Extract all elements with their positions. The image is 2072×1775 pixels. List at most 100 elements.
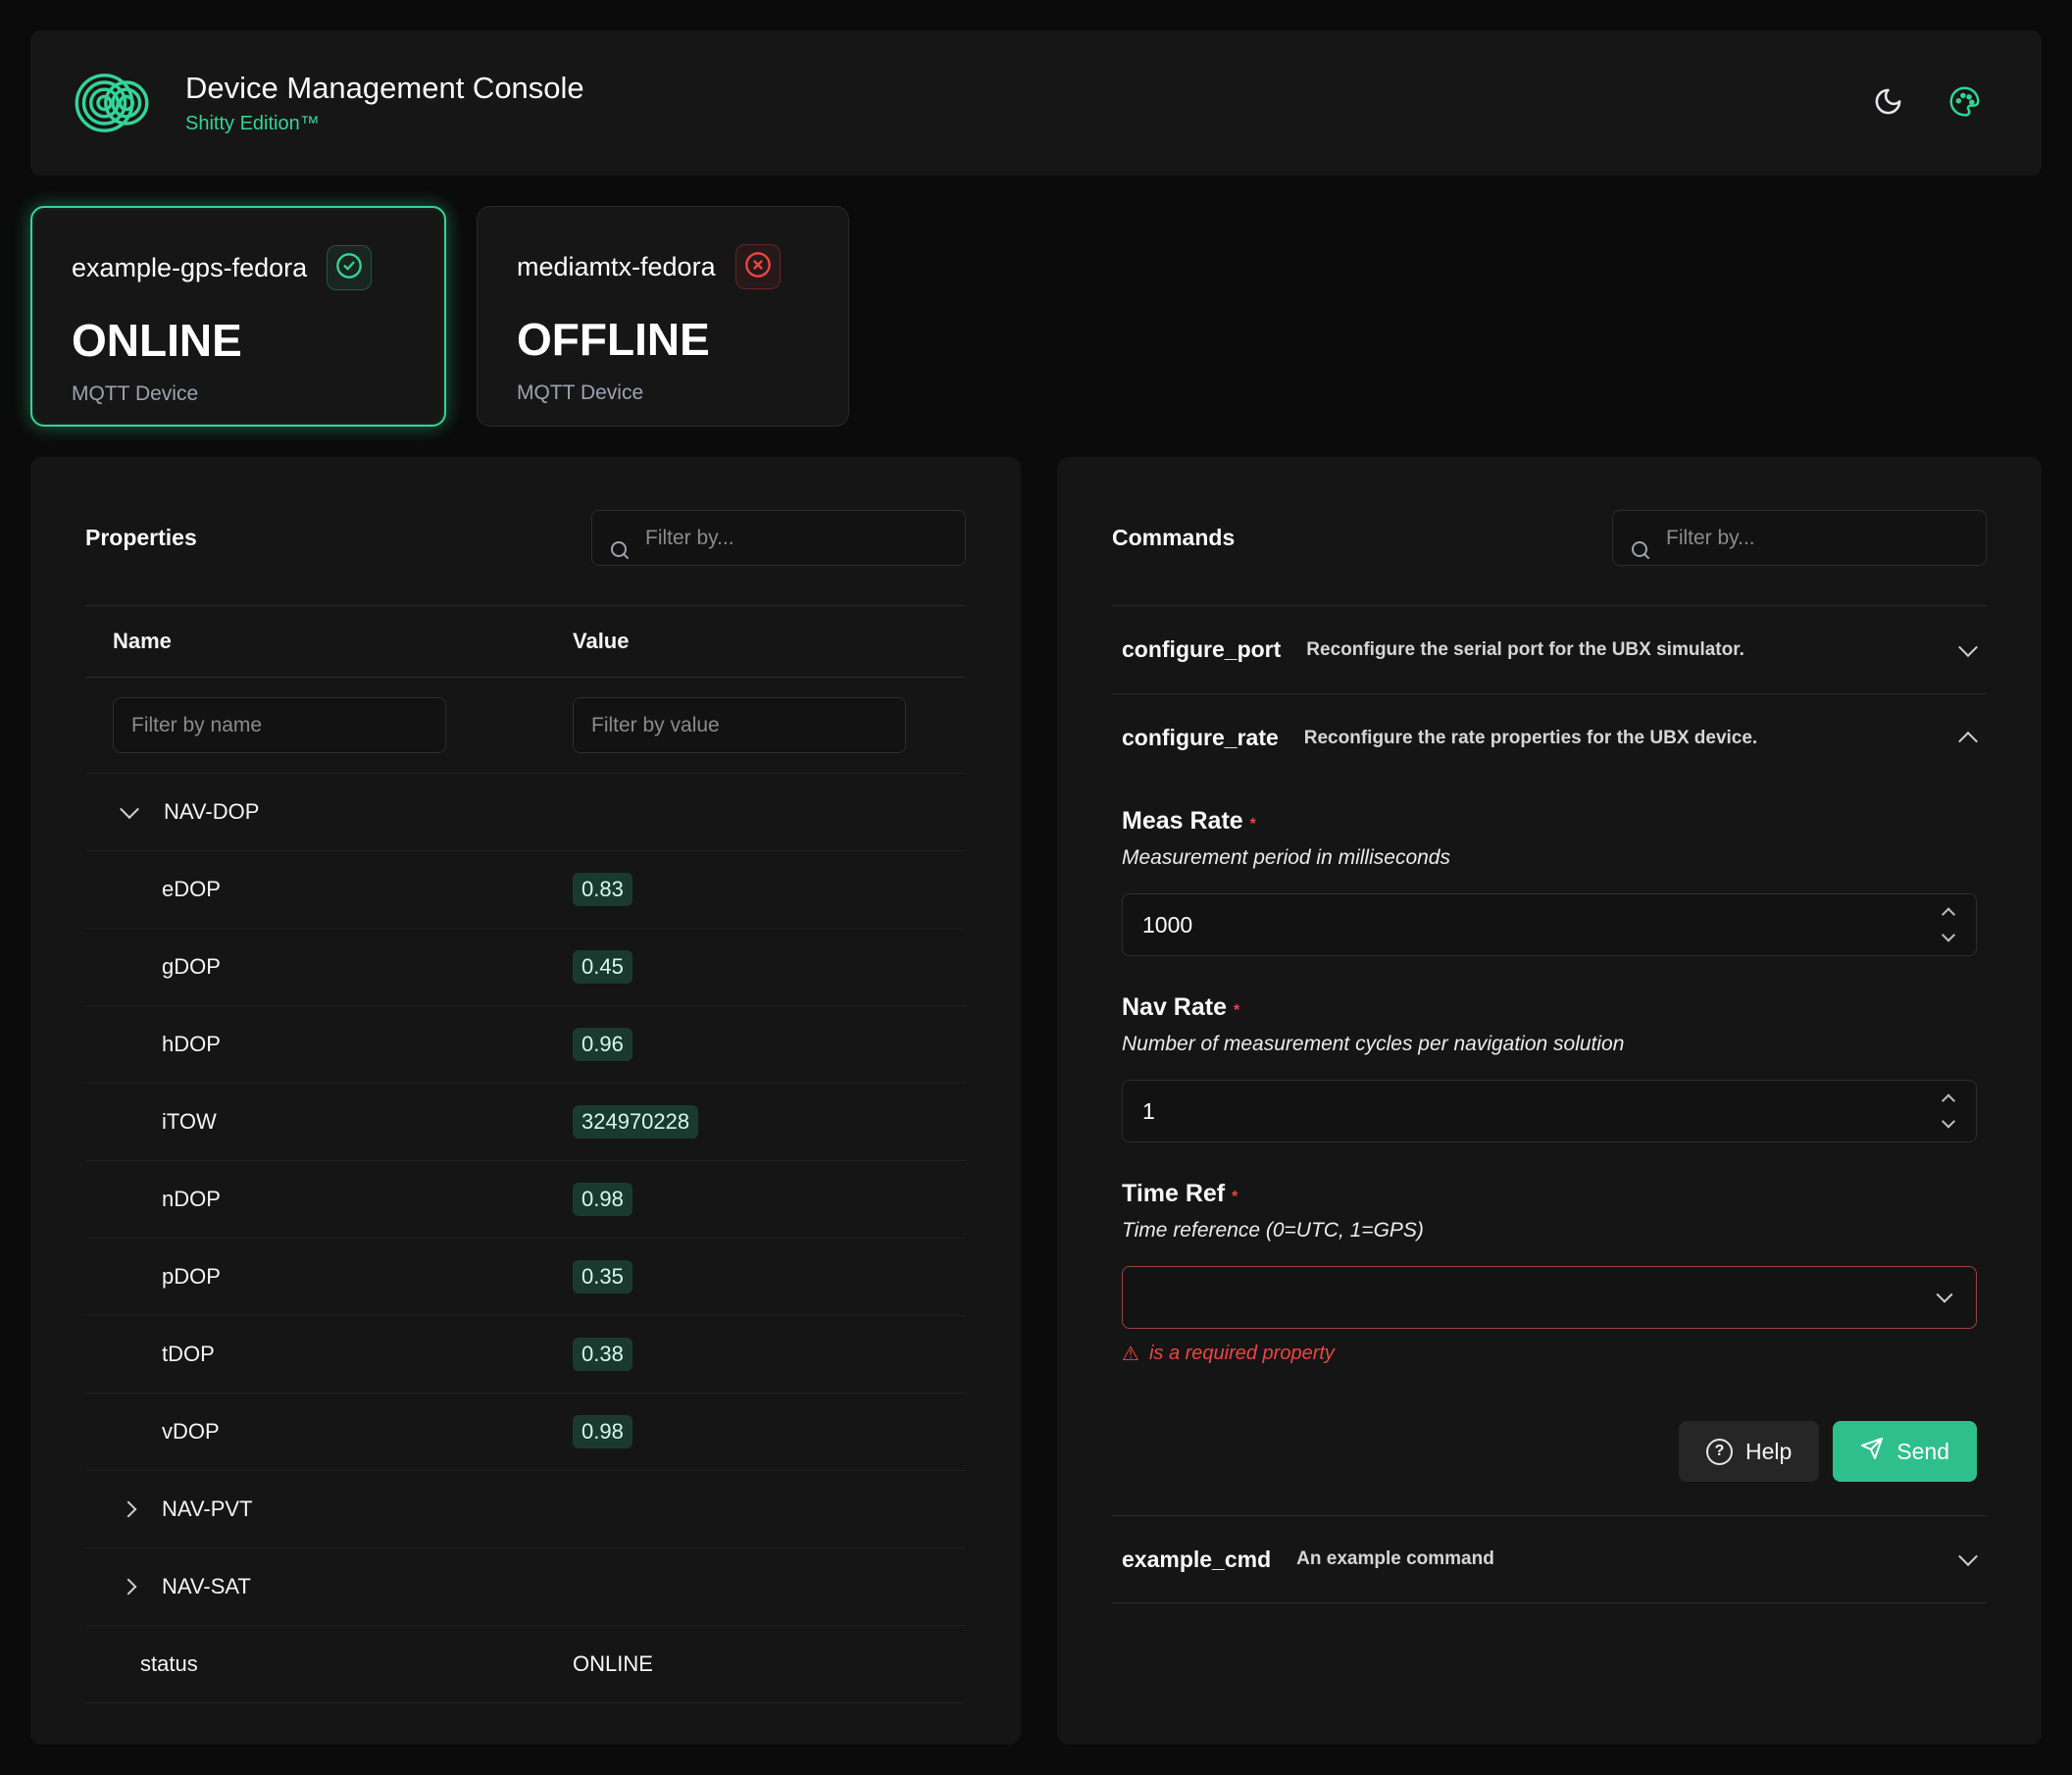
page: Device Management Console Shitty Edition…	[0, 0, 2072, 1775]
device-card-example-gps-fedora[interactable]: example-gps-fedora ONLINE MQTT Device	[30, 206, 446, 427]
x-circle-icon	[744, 251, 772, 283]
device-name: mediamtx-fedora	[517, 252, 716, 282]
number-stepper	[1944, 910, 1953, 940]
commands-filter-input[interactable]	[1613, 511, 1986, 565]
commands-title: Commands	[1112, 525, 1235, 551]
property-name: status	[85, 1651, 573, 1677]
property-value: 0.98	[573, 1183, 632, 1216]
device-card-list: example-gps-fedora ONLINE MQTT Device me…	[30, 206, 2042, 427]
stepper-down-icon[interactable]	[1942, 928, 1955, 941]
meas-rate-input[interactable]	[1122, 893, 1977, 956]
device-status: ONLINE	[72, 314, 407, 367]
device-name: example-gps-fedora	[72, 253, 307, 283]
property-name: gDOP	[85, 954, 573, 980]
properties-table-header: Name Value	[85, 605, 966, 678]
table-row: gDOP 0.45	[85, 929, 966, 1006]
send-button-label: Send	[1896, 1439, 1949, 1465]
group-label: NAV-DOP	[164, 799, 259, 825]
value-filter-input[interactable]	[573, 697, 906, 753]
column-header-name: Name	[85, 629, 573, 654]
question-circle-icon: ?	[1706, 1439, 1733, 1465]
device-type: MQTT Device	[517, 381, 811, 405]
properties-table: Name Value NAV-DOP eDOP 0.83	[85, 605, 966, 1703]
name-filter-input[interactable]	[113, 697, 446, 753]
property-value: 0.38	[573, 1338, 632, 1371]
properties-panel: Properties Name Value	[30, 457, 1021, 1745]
nav-rate-input[interactable]	[1122, 1080, 1977, 1142]
group-label: NAV-SAT	[162, 1574, 251, 1599]
property-name: pDOP	[85, 1264, 573, 1290]
status-badge	[327, 245, 372, 290]
command-name: example_cmd	[1122, 1547, 1271, 1573]
field-meas-rate: Meas Rate* Measurement period in millise…	[1122, 807, 1977, 956]
help-button[interactable]: ? Help	[1679, 1421, 1819, 1482]
field-description: Number of measurement cycles per navigat…	[1122, 1033, 1977, 1056]
properties-filter	[591, 510, 966, 566]
page-title: Device Management Console	[185, 71, 584, 106]
device-type: MQTT Device	[72, 382, 407, 406]
chevron-down-icon	[1937, 1287, 1953, 1303]
stepper-up-icon[interactable]	[1942, 907, 1955, 921]
property-name: vDOP	[85, 1419, 573, 1445]
moon-icon	[1873, 86, 1903, 120]
table-row: pDOP 0.35	[85, 1239, 966, 1316]
property-group-nav-sat[interactable]: NAV-SAT	[85, 1548, 966, 1626]
stepper-up-icon[interactable]	[1942, 1093, 1955, 1107]
device-card-mediamtx-fedora[interactable]: mediamtx-fedora OFFLINE MQTT Device	[477, 206, 849, 427]
property-group-nav-dop[interactable]: NAV-DOP	[85, 774, 966, 851]
properties-title: Properties	[85, 525, 197, 551]
commands-panel: Commands configure_port Reconfigure the …	[1057, 457, 2042, 1745]
app-header: Device Management Console Shitty Edition…	[30, 30, 2042, 176]
command-configure-port[interactable]: configure_port Reconfigure the serial po…	[1112, 605, 1987, 693]
palette-icon	[1948, 85, 1981, 121]
time-ref-select[interactable]	[1122, 1266, 1977, 1329]
table-row: iTOW 324970228	[85, 1084, 966, 1161]
chevron-right-icon	[121, 1579, 137, 1596]
error-text: is a required property	[1149, 1343, 1335, 1365]
property-value: 0.98	[573, 1415, 632, 1448]
send-button[interactable]: Send	[1833, 1421, 1977, 1482]
property-value: ONLINE	[573, 1651, 653, 1676]
main-content: Properties Name Value	[30, 457, 2042, 1745]
property-value: 324970228	[573, 1105, 698, 1139]
app-logo-icon	[74, 62, 156, 144]
check-circle-icon	[335, 252, 363, 284]
command-example-cmd[interactable]: example_cmd An example command	[1112, 1515, 1987, 1603]
property-name: eDOP	[85, 877, 573, 902]
send-plane-icon	[1860, 1437, 1884, 1466]
chevron-down-icon	[1958, 1547, 1978, 1566]
required-asterisk: *	[1250, 816, 1256, 833]
table-row: hDOP 0.96	[85, 1006, 966, 1084]
table-row: tDOP 0.38	[85, 1316, 966, 1394]
theme-toggle-button[interactable]	[1873, 86, 1903, 120]
properties-column-filters	[85, 678, 966, 774]
field-nav-rate: Nav Rate* Number of measurement cycles p…	[1122, 993, 1977, 1142]
device-status: OFFLINE	[517, 313, 811, 366]
properties-filter-input[interactable]	[592, 511, 965, 565]
property-name: hDOP	[85, 1032, 573, 1057]
required-asterisk: *	[1232, 1189, 1238, 1205]
field-label: Time Ref	[1122, 1180, 1225, 1207]
required-asterisk: *	[1234, 1002, 1239, 1019]
property-group-nav-pvt[interactable]: NAV-PVT	[85, 1471, 966, 1548]
theme-palette-button[interactable]	[1948, 85, 1981, 121]
property-value: 0.96	[573, 1028, 632, 1061]
property-name: nDOP	[85, 1187, 573, 1212]
page-subtitle: Shitty Edition™	[185, 113, 584, 135]
table-row: nDOP 0.98	[85, 1161, 966, 1239]
number-stepper	[1944, 1096, 1953, 1127]
field-description: Time reference (0=UTC, 1=GPS)	[1122, 1219, 1977, 1242]
command-description: Reconfigure the rate properties for the …	[1304, 728, 1757, 749]
stepper-down-icon[interactable]	[1942, 1114, 1955, 1128]
command-configure-rate[interactable]: configure_rate Reconfigure the rate prop…	[1112, 693, 1987, 782]
group-label: NAV-PVT	[162, 1496, 253, 1522]
form-actions: ? Help Send	[1122, 1421, 1977, 1482]
property-name: iTOW	[85, 1109, 573, 1135]
command-description: An example command	[1296, 1548, 1494, 1570]
chevron-up-icon	[1958, 731, 1978, 750]
field-time-ref: Time Ref* Time reference (0=UTC, 1=GPS) …	[1122, 1180, 1977, 1366]
warning-icon: ⚠	[1122, 1342, 1139, 1366]
command-description: Reconfigure the serial port for the UBX …	[1306, 639, 1744, 661]
command-configure-rate-form: Meas Rate* Measurement period in millise…	[1112, 782, 1987, 1515]
status-badge	[735, 244, 781, 289]
